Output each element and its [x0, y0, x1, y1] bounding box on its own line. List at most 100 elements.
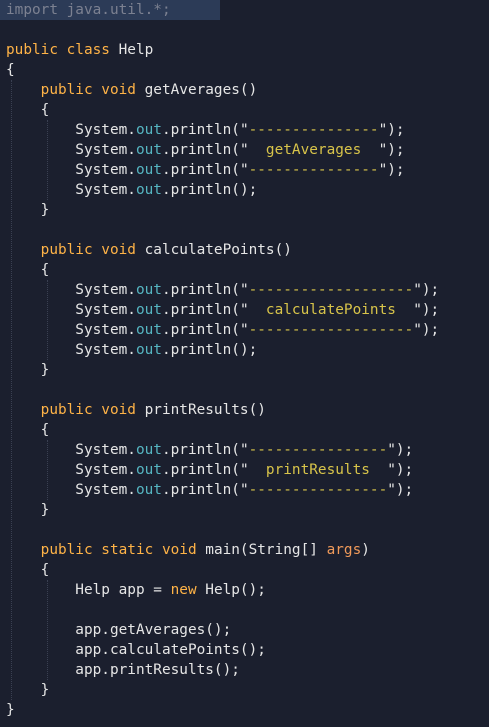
code-line[interactable]: {: [6, 100, 50, 120]
code-token: .println(": [161, 282, 249, 298]
code-token: ---------------: [248, 162, 379, 178]
code-token: getAverages(): [144, 82, 258, 98]
code-token: {: [6, 102, 50, 118]
code-token: .println(": [161, 322, 249, 338]
code-token: }: [6, 682, 50, 698]
code-token: System.: [6, 482, 136, 498]
code-line[interactable]: }: [6, 360, 50, 380]
code-line[interactable]: System.out.println("----------------");: [6, 440, 413, 460]
code-line[interactable]: app.getAverages();: [6, 620, 231, 640]
code-line[interactable]: }: [6, 500, 50, 520]
code-token: }: [6, 202, 50, 218]
code-token: {: [6, 262, 50, 278]
code-line[interactable]: {: [6, 60, 15, 80]
code-token: out: [135, 442, 162, 458]
code-token: ");: [378, 162, 405, 178]
code-line[interactable]: public void getAverages(): [6, 80, 258, 100]
code-token: ");: [387, 462, 414, 478]
code-line[interactable]: System.out.println(" printResults ");: [6, 460, 413, 480]
code-line[interactable]: app.printResults();: [6, 660, 240, 680]
code-token: new: [170, 582, 206, 598]
code-token: System.: [6, 282, 136, 298]
code-token: {: [6, 62, 15, 78]
code-token: out: [135, 302, 162, 318]
code-token: .println(": [161, 482, 249, 498]
code-token: getAverages: [248, 142, 379, 158]
code-line[interactable]: }: [6, 200, 50, 220]
code-token: System.: [6, 442, 136, 458]
code-token: out: [135, 162, 162, 178]
code-token: ");: [378, 122, 405, 138]
code-line[interactable]: }: [6, 700, 15, 720]
code-token: .println(": [161, 462, 249, 478]
code-token: System.: [6, 342, 136, 358]
code-token: ");: [387, 482, 414, 498]
code-line[interactable]: import java.util.*;: [6, 0, 171, 20]
code-line[interactable]: {: [6, 560, 50, 580]
code-token: .println(": [161, 162, 249, 178]
code-token: System.: [6, 462, 136, 478]
code-token: args: [326, 542, 362, 558]
code-line[interactable]: System.out.println("-------------------"…: [6, 280, 439, 300]
code-token: ----------------: [248, 482, 388, 498]
code-token: import java.util.*;: [6, 2, 171, 18]
code-line[interactable]: {: [6, 420, 50, 440]
code-token: ");: [413, 302, 440, 318]
code-token: ): [361, 542, 370, 558]
code-token: -------------------: [248, 282, 414, 298]
code-editor[interactable]: import java.util.*; public class Help { pu…: [0, 0, 489, 727]
code-token: ");: [387, 442, 414, 458]
code-line[interactable]: public void calculatePoints(): [6, 240, 292, 260]
code-line[interactable]: System.out.println();: [6, 340, 257, 360]
code-line[interactable]: Help app = new Help();: [6, 580, 266, 600]
code-line[interactable]: app.calculatePoints();: [6, 640, 266, 660]
code-token: public class: [6, 42, 119, 58]
code-line[interactable]: System.out.println(" getAverages ");: [6, 140, 405, 160]
code-line[interactable]: {: [6, 260, 50, 280]
code-token: printResults: [248, 462, 388, 478]
code-token: ");: [378, 142, 405, 158]
code-token: app.calculatePoints();: [6, 642, 266, 658]
code-token: }: [6, 502, 50, 518]
code-token: app.getAverages();: [6, 622, 232, 638]
code-token: -------------------: [248, 322, 414, 338]
code-line[interactable]: System.out.println("-------------------"…: [6, 320, 439, 340]
code-token: System.: [6, 142, 136, 158]
code-token: .println(": [161, 142, 249, 158]
code-token: System.: [6, 122, 136, 138]
code-token: }: [6, 362, 50, 378]
code-token: out: [135, 142, 162, 158]
code-token: out: [135, 342, 162, 358]
code-line[interactable]: public void printResults(): [6, 400, 266, 420]
code-token: public void: [40, 402, 145, 418]
code-token: .println(": [161, 302, 249, 318]
code-token: public void: [40, 82, 145, 98]
code-token: out: [135, 482, 162, 498]
code-line[interactable]: System.out.println(" calculatePoints ");: [6, 300, 439, 320]
code-token: calculatePoints(): [144, 242, 292, 258]
code-token: ----------------: [248, 442, 388, 458]
code-token: .println();: [161, 342, 258, 358]
code-token: System.: [6, 302, 136, 318]
code-line[interactable]: public class Help: [6, 40, 153, 60]
code-token: out: [135, 182, 162, 198]
code-token: }: [6, 702, 15, 718]
code-token: {: [6, 422, 50, 438]
code-token: {: [6, 562, 50, 578]
code-token: out: [135, 322, 162, 338]
code-line[interactable]: System.out.println("---------------");: [6, 120, 405, 140]
code-line[interactable]: System.out.println("---------------");: [6, 160, 405, 180]
code-token: out: [135, 282, 162, 298]
code-line[interactable]: public static void main(String[] args): [6, 540, 370, 560]
code-token: ");: [413, 322, 440, 338]
code-line[interactable]: System.out.println();: [6, 180, 257, 200]
code-token: .println(": [161, 442, 249, 458]
code-token: ---------------: [248, 122, 379, 138]
code-token: calculatePoints: [248, 302, 414, 318]
code-line[interactable]: System.out.println("----------------");: [6, 480, 413, 500]
code-token: public void: [40, 242, 145, 258]
code-token: public static void: [40, 542, 206, 558]
code-line[interactable]: }: [6, 680, 50, 700]
